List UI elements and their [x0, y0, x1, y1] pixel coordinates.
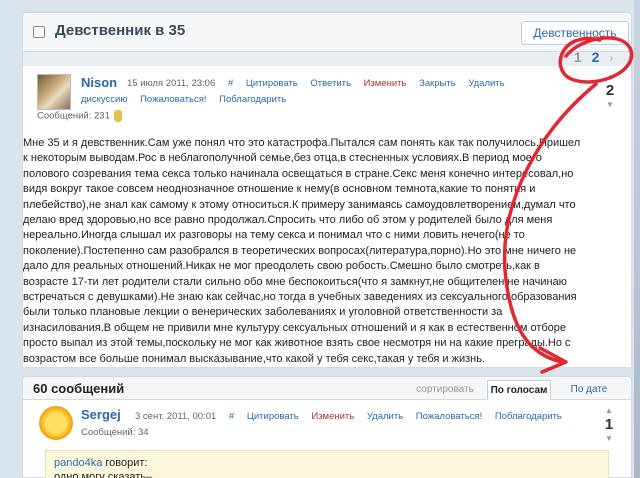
- topic-header: Девственник в 35 Девственность: [22, 12, 632, 52]
- page-link-1[interactable]: 1: [574, 49, 582, 65]
- delete-discussion-link[interactable]: дискуссию: [81, 94, 127, 105]
- edit-button[interactable]: Изменить: [311, 411, 354, 422]
- medal-icon: [113, 110, 122, 122]
- reply-button[interactable]: Ответить: [310, 78, 351, 89]
- header-subbar: [22, 52, 632, 66]
- quote-says: говорит:: [102, 457, 148, 469]
- comment-meta: 3 сент. 2011, 00:01 # Цитировать Изменит…: [135, 411, 562, 422]
- body-line: Мне 35 и я девственник.Сам уже понял что…: [23, 137, 581, 149]
- vote-widget: ▲ 1 ▼: [599, 406, 619, 444]
- body-line: плебейство),не знал как самому к этому о…: [23, 198, 576, 211]
- quote-button[interactable]: Цитировать: [247, 411, 299, 422]
- sort-label: сортировать: [416, 384, 474, 395]
- avatar[interactable]: [39, 406, 73, 440]
- author-message-count: Сообщений: 231: [37, 110, 122, 122]
- post-author[interactable]: Nison: [81, 75, 117, 90]
- vote-up-icon[interactable]: ▲: [599, 406, 619, 416]
- vote-score: 1: [604, 416, 614, 433]
- body-line: возрастом все больше понимал высказывани…: [23, 352, 486, 365]
- vote-widget: ▲ 2 ▼: [600, 72, 620, 110]
- post-meta: 15 июля 2011, 23:06 # Цитировать Ответит…: [127, 78, 505, 89]
- post-body: Мне 35 и я девственник.Сам уже понял что…: [23, 136, 617, 367]
- body-line: дало для реальных отношений.Никак не мог…: [23, 260, 540, 273]
- edit-button[interactable]: Изменить: [364, 78, 407, 89]
- comment-date: 3 сент. 2011, 00:01: [135, 411, 217, 422]
- post-date: 15 июля 2011, 23:06: [127, 78, 216, 89]
- window-edge: [634, 0, 640, 478]
- tab-sort-by-date[interactable]: По дате: [559, 380, 619, 401]
- close-button[interactable]: Закрыть: [419, 78, 456, 89]
- body-line: делаю вред здоровью,но все равно продолж…: [23, 214, 553, 227]
- delete-button[interactable]: Удалить: [367, 411, 403, 422]
- prev-page-icon[interactable]: ‹: [560, 51, 564, 65]
- body-line: просто выпал из этой темы,поскольку не м…: [23, 337, 571, 350]
- body-line: изнасилования.В общем не привили мне кул…: [23, 321, 567, 334]
- avatar[interactable]: [37, 74, 71, 110]
- select-checkbox[interactable]: [33, 26, 45, 38]
- comments-count: 60 сообщений: [33, 381, 125, 396]
- quote-text: одно могу сказать–: [54, 471, 153, 478]
- message-count-text: Сообщений: 231: [37, 110, 110, 122]
- next-page-icon[interactable]: ›: [609, 51, 613, 65]
- report-button[interactable]: Пожаловаться!: [416, 411, 482, 422]
- author-message-count: Сообщений: 34: [81, 427, 149, 438]
- vote-down-icon[interactable]: ▼: [600, 100, 620, 110]
- body-line: поколение).Постепенно сам разобрался в т…: [23, 244, 577, 257]
- body-line: встречаться с девушками).Не знаю как сей…: [23, 291, 577, 304]
- body-line: возрасте 17-ти лет родители стали сильно…: [23, 275, 567, 288]
- body-line: к некоторым выводам.Рос в неблагополучно…: [23, 152, 542, 165]
- permalink-link[interactable]: #: [228, 78, 233, 89]
- thank-button[interactable]: Поблагодарить: [219, 94, 286, 105]
- page-title: Девственник в 35: [55, 22, 186, 39]
- comments-header: 60 сообщений сортировать По голосам По д…: [22, 376, 632, 401]
- body-line: были только плановые лекции о венерическ…: [23, 306, 503, 319]
- comment-item: Sergej 3 сент. 2011, 00:01 # Цитировать …: [22, 400, 632, 478]
- topic-tag-button[interactable]: Девственность: [521, 21, 629, 45]
- body-line: нереально.Иногда слышал их разговоры на …: [23, 229, 525, 242]
- comment-author[interactable]: Sergej: [81, 407, 121, 422]
- opening-post: Nison 15 июля 2011, 23:06 # Цитировать О…: [22, 66, 632, 368]
- vote-score: 2: [605, 82, 615, 99]
- report-button[interactable]: Пожаловаться!: [140, 94, 206, 105]
- vote-down-icon[interactable]: ▼: [599, 434, 619, 444]
- delete-button[interactable]: Удалить: [468, 78, 504, 89]
- quote-author[interactable]: pando4ka: [54, 457, 102, 469]
- post-meta-2: дискуссию Пожаловаться! Поблагодарить: [81, 94, 296, 105]
- tab-sort-by-votes[interactable]: По голосам: [487, 380, 551, 401]
- vote-up-icon[interactable]: ▲: [600, 72, 620, 82]
- pagination: ‹ 1 2 ›: [560, 49, 619, 65]
- quote-block: pando4ka говорит: одно могу сказать–: [45, 450, 609, 478]
- quote-button[interactable]: Цитировать: [246, 78, 298, 89]
- thank-button[interactable]: Поблагодарить: [495, 411, 562, 422]
- body-line: полового созревания тема секса только на…: [23, 167, 574, 180]
- body-line: видя вокруг такое совсем неоднозначное о…: [23, 183, 536, 196]
- page-link-2[interactable]: 2: [592, 49, 600, 65]
- permalink-link[interactable]: #: [229, 411, 234, 422]
